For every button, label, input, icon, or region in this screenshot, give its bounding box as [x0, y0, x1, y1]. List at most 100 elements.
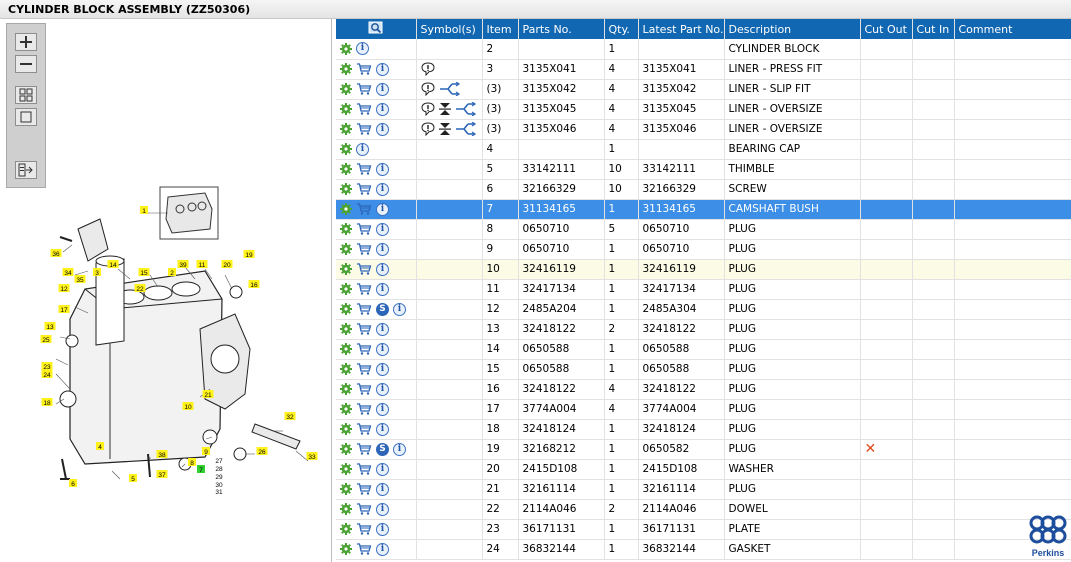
- col-description[interactable]: Description: [724, 19, 861, 39]
- col-parts-no[interactable]: Parts No.: [518, 19, 605, 39]
- table-row[interactable]: i 18 32418124 1 32418124 PLUG: [336, 419, 1071, 440]
- table-row[interactable]: i 16 32418122 4 32418122 PLUG: [336, 379, 1071, 400]
- table-row[interactable]: i 5 33142111 10 33142111 THIMBLE: [336, 159, 1071, 180]
- info-icon[interactable]: i: [376, 342, 389, 356]
- info-icon[interactable]: i: [356, 42, 369, 56]
- gear-icon[interactable]: [340, 463, 352, 475]
- gear-icon[interactable]: [340, 403, 352, 415]
- callout-6[interactable]: 6: [69, 479, 77, 488]
- table-row[interactable]: i 6 32166329 10 32166329 SCREW: [336, 179, 1071, 200]
- info-icon[interactable]: i: [376, 122, 389, 136]
- add-to-cart-icon[interactable]: [356, 123, 372, 135]
- fit-page-button[interactable]: [15, 86, 37, 104]
- table-row[interactable]: i 21 32161114 1 32161114 PLUG: [336, 479, 1071, 500]
- gear-icon[interactable]: [340, 63, 352, 75]
- info-icon[interactable]: i: [376, 322, 389, 336]
- callout-35[interactable]: 35: [74, 275, 86, 284]
- info-icon[interactable]: i: [376, 522, 389, 536]
- add-to-cart-icon[interactable]: [356, 443, 372, 455]
- gear-icon[interactable]: [340, 543, 352, 555]
- gear-icon[interactable]: [340, 42, 352, 55]
- callout-39[interactable]: 39: [177, 260, 189, 269]
- gear-icon[interactable]: [340, 243, 352, 255]
- col-symbols[interactable]: Symbol(s): [416, 19, 483, 39]
- add-to-cart-icon[interactable]: [356, 523, 372, 535]
- callout-20[interactable]: 20: [221, 260, 233, 269]
- callout-32[interactable]: 32: [284, 412, 296, 421]
- actual-size-button[interactable]: [15, 108, 37, 126]
- gear-icon[interactable]: [340, 303, 352, 315]
- gear-icon[interactable]: [340, 163, 352, 175]
- add-to-cart-icon[interactable]: [356, 303, 372, 315]
- add-to-cart-icon[interactable]: [356, 283, 372, 295]
- gear-icon[interactable]: [340, 143, 352, 155]
- table-row[interactable]: i 2 1 CYLINDER BLOCK: [336, 39, 1071, 60]
- gear-icon[interactable]: [340, 263, 352, 275]
- info-icon[interactable]: i: [376, 82, 389, 96]
- table-row[interactable]: i 10 32416119 1 32416119 PLUG: [336, 259, 1071, 280]
- add-to-cart-icon[interactable]: [356, 203, 372, 215]
- info-icon[interactable]: i: [356, 142, 369, 156]
- add-to-cart-icon[interactable]: [356, 163, 372, 175]
- table-row[interactable]: i 22 2114A046 2 2114A046 DOWEL: [336, 499, 1071, 520]
- table-row[interactable]: i (3) 3135X045 4 3135X045 LINER - OVERSIZE: [336, 99, 1071, 120]
- callout-24[interactable]: 24: [41, 370, 53, 379]
- callout-22[interactable]: 22: [134, 284, 146, 293]
- gear-icon[interactable]: [340, 343, 352, 355]
- table-row[interactable]: Si 19 32168212 1 0650582 PLUG ✕: [336, 439, 1071, 460]
- add-to-cart-icon[interactable]: [356, 63, 372, 75]
- info-icon[interactable]: i: [376, 242, 389, 256]
- table-row[interactable]: i 11 32417134 1 32417134 PLUG: [336, 279, 1071, 300]
- gear-icon[interactable]: [340, 503, 352, 515]
- info-icon[interactable]: i: [393, 442, 406, 456]
- table-row[interactable]: i 3 3135X041 4 3135X041 LINER - PRESS FIT: [336, 59, 1071, 80]
- table-row[interactable]: i (3) 3135X042 4 3135X042 LINER - SLIP FIT: [336, 79, 1071, 100]
- add-to-cart-icon[interactable]: [356, 223, 372, 235]
- info-icon[interactable]: i: [376, 402, 389, 416]
- callout-2[interactable]: 2: [168, 268, 176, 277]
- callout-16[interactable]: 16: [248, 280, 260, 289]
- callout-25[interactable]: 25: [40, 335, 52, 344]
- gear-icon[interactable]: [340, 363, 352, 375]
- gear-icon[interactable]: [340, 423, 352, 435]
- zoom-in-button[interactable]: [15, 33, 37, 51]
- col-cut-in[interactable]: Cut In: [912, 19, 955, 39]
- table-row[interactable]: i 14 0650588 1 0650588 PLUG: [336, 339, 1071, 360]
- table-row[interactable]: Si 12 2485A204 1 2485A304 PLUG: [336, 299, 1071, 320]
- export-button[interactable]: [15, 161, 37, 179]
- info-icon[interactable]: i: [376, 362, 389, 376]
- table-row[interactable]: i 24 36832144 1 36832144 GASKET: [336, 539, 1071, 560]
- add-to-cart-icon[interactable]: [356, 183, 372, 195]
- callout-21[interactable]: 21: [202, 390, 214, 399]
- table-row[interactable]: i (3) 3135X046 4 3135X046 LINER - OVERSIZE: [336, 119, 1071, 140]
- callout-28[interactable]: 28: [215, 466, 223, 473]
- add-to-cart-icon[interactable]: [356, 103, 372, 115]
- add-to-cart-icon[interactable]: [356, 463, 372, 475]
- callout-5[interactable]: 5: [129, 474, 137, 483]
- gear-icon[interactable]: [340, 203, 352, 215]
- callout-23[interactable]: 23: [41, 362, 53, 371]
- add-to-cart-icon[interactable]: [356, 503, 372, 515]
- zoom-out-button[interactable]: [15, 55, 37, 73]
- callout-8[interactable]: 8: [188, 458, 196, 467]
- gear-icon[interactable]: [340, 443, 352, 455]
- gear-icon[interactable]: [340, 83, 352, 95]
- gear-icon[interactable]: [340, 183, 352, 195]
- info-icon[interactable]: i: [376, 422, 389, 436]
- info-icon[interactable]: i: [376, 542, 389, 556]
- search-column-header[interactable]: [336, 19, 417, 39]
- add-to-cart-icon[interactable]: [356, 403, 372, 415]
- info-icon[interactable]: i: [376, 62, 389, 76]
- table-row[interactable]: i 15 0650588 1 0650588 PLUG: [336, 359, 1071, 380]
- add-to-cart-icon[interactable]: [356, 343, 372, 355]
- info-icon[interactable]: i: [376, 282, 389, 296]
- add-to-cart-icon[interactable]: [356, 483, 372, 495]
- add-to-cart-icon[interactable]: [356, 323, 372, 335]
- callout-19[interactable]: 19: [243, 250, 255, 259]
- callout-1[interactable]: 1: [140, 206, 148, 215]
- callout-30[interactable]: 30: [215, 482, 223, 489]
- gear-icon[interactable]: [340, 383, 352, 395]
- service-info-icon[interactable]: S: [376, 302, 389, 316]
- callout-14[interactable]: 14: [107, 260, 119, 269]
- info-icon[interactable]: i: [376, 502, 389, 516]
